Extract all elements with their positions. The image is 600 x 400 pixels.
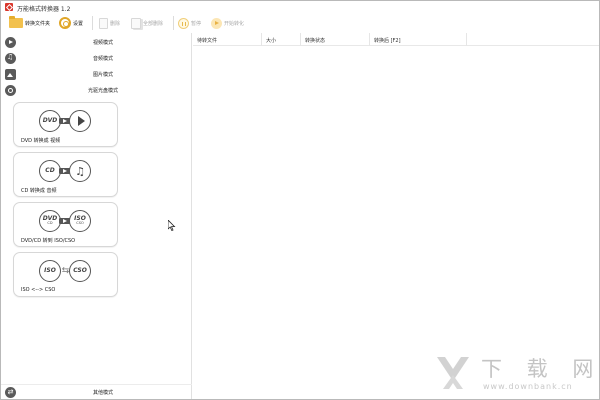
mode-sidebar: 视频模式 音频模式 图片模式 光驱光盘模式 DVD DVD 转换成 视频 C <box>1 33 192 399</box>
disc-to-iso-card[interactable]: DVD CD ISO CSO DVD/CD 转到 ISO/CSO <box>13 202 118 247</box>
folder-icon <box>9 16 23 28</box>
pause-label: 暂停 <box>191 20 202 27</box>
delete-button[interactable]: 删除 <box>99 14 120 32</box>
toolbar-divider <box>173 16 174 30</box>
delete-label: 删除 <box>110 20 121 27</box>
other-mode-label: 其他模式 <box>92 390 113 396</box>
settings-button[interactable]: 设置 <box>59 14 83 32</box>
cd-disc-icon: CD <box>39 160 61 182</box>
column-header-size[interactable]: 大小 <box>262 33 301 46</box>
add-folder-button[interactable]: 转换文件夹 <box>9 14 50 32</box>
window-title: 万能格式转换器 1.2 <box>17 6 71 13</box>
delete-all-label: 全部删除 <box>143 20 164 27</box>
card-label: DVD/CD 转到 ISO/CSO <box>21 238 76 244</box>
settings-label: 设置 <box>73 20 84 27</box>
start-convert-label: 开始转化 <box>224 20 245 27</box>
card-illustration: ISO ⇆ CSO <box>39 260 93 282</box>
dvd-to-video-card[interactable]: DVD DVD 转换成 视频 <box>13 102 118 147</box>
column-header-file[interactable]: 待转文件 <box>193 33 262 46</box>
app-logo-icon <box>5 3 13 11</box>
mode-label: 光驱光盘模式 <box>87 88 118 94</box>
app-window: 万能格式转换器 1.2 转换文件夹 设置 删除 全部删除 暂停 开始转化 视频模… <box>0 0 600 400</box>
sidebar-item-image-mode[interactable]: 图片模式 <box>1 67 192 82</box>
sidebar-item-audio-mode[interactable]: 音频模式 <box>1 51 192 66</box>
mode-label: 视频模式 <box>92 40 113 46</box>
toolbar-divider <box>92 16 93 30</box>
column-header-status[interactable]: 转换状态 <box>301 33 370 46</box>
sidebar-item-other-mode[interactable]: ⇄ 其他模式 <box>1 384 192 399</box>
mode-label: 音频模式 <box>92 56 113 62</box>
cd-to-audio-card[interactable]: CD ♫ CD 转换成 音频 <box>13 152 118 197</box>
start-convert-button[interactable]: 开始转化 <box>211 14 244 32</box>
gear-icon <box>59 17 71 29</box>
sidebar-item-video-mode[interactable]: 视频模式 <box>1 35 192 50</box>
card-label: DVD 转换成 视频 <box>21 138 61 144</box>
watermark-url: www.downbank.cn <box>483 382 573 391</box>
file-list: 待转文件 大小 转换状态 转换后 [F2] <box>193 33 599 399</box>
documents-icon <box>131 17 141 29</box>
card-label: ISO <--> CSO <box>21 287 56 293</box>
cso-icon: CSO <box>69 260 91 282</box>
pause-button[interactable]: 暂停 <box>178 14 201 32</box>
title-bar: 万能格式转换器 1.2 <box>1 1 599 14</box>
sidebar-item-disc-mode[interactable]: 光驱光盘模式 <box>1 83 192 98</box>
mouse-cursor-icon <box>168 220 176 231</box>
dvd-disc-icon: DVD <box>39 110 61 132</box>
iso-icon: ISO <box>39 260 61 282</box>
toolbar: 转换文件夹 设置 删除 全部删除 暂停 开始转化 <box>1 14 599 33</box>
card-illustration: DVD <box>39 110 93 132</box>
play-icon <box>69 110 91 132</box>
dvd-cd-disc-icon: DVD CD <box>39 210 61 232</box>
iso-cso-card[interactable]: ISO ⇆ CSO ISO <--> CSO <box>13 252 118 297</box>
document-icon <box>99 17 108 29</box>
column-header-output[interactable]: 转换后 [F2] <box>370 33 467 46</box>
music-note-icon: ♫ <box>69 160 91 182</box>
card-illustration: DVD CD ISO CSO <box>39 210 93 232</box>
add-folder-label: 转换文件夹 <box>25 20 51 27</box>
mode-label: 图片模式 <box>92 72 113 78</box>
card-label: CD 转换成 音频 <box>21 188 57 194</box>
watermark-logo-icon <box>437 357 469 389</box>
pause-icon <box>178 17 189 29</box>
watermark-brand: 下 载 网 <box>481 357 600 381</box>
delete-all-button[interactable]: 全部删除 <box>131 14 163 32</box>
card-illustration: CD ♫ <box>39 160 93 182</box>
iso-cso-icon: ISO CSO <box>69 210 91 232</box>
file-list-header: 待转文件 大小 转换状态 转换后 [F2] <box>193 33 599 46</box>
play-icon <box>211 17 222 29</box>
